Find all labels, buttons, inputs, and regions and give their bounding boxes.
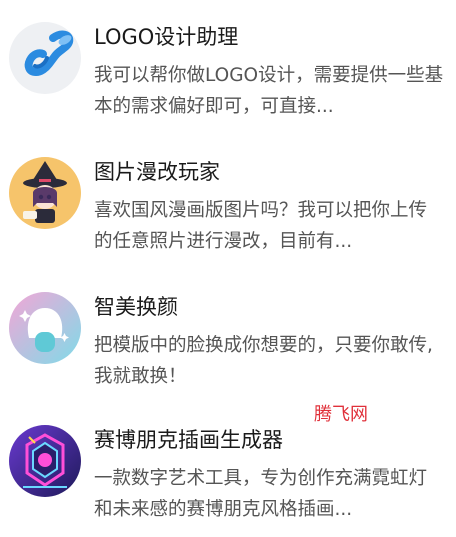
item-description: 我可以帮你做LOGO设计，需要提供一些基本的需求偏好即可，可直接... bbox=[94, 65, 444, 117]
list-item-anime-photo[interactable]: 图片漫改玩家 喜欢国风漫画版图片吗？我可以把你上传的任意照片进行漫改，目前有..… bbox=[0, 157, 456, 287]
item-description: 喜欢国风漫画版图片吗？我可以把你上传的任意照片进行漫改，目前有... bbox=[94, 200, 428, 252]
list-item-logo-assistant[interactable]: LOGO设计助理 我可以帮你做LOGO设计，需要提供一些基本的需求偏好即可，可直… bbox=[0, 22, 456, 152]
item-description: 把模版中的脸换成你想要的，只要你敢传,我就敢换！ bbox=[94, 335, 433, 387]
anime-witch-icon bbox=[9, 157, 81, 229]
item-title: LOGO设计助理 bbox=[94, 25, 239, 49]
item-title: 图片漫改玩家 bbox=[94, 160, 220, 184]
face-swap-icon bbox=[9, 292, 81, 364]
item-description: 一款数字艺术工具，专为创作充满霓虹灯和未来感的赛博朋克风格插画... bbox=[94, 468, 428, 520]
cyberpunk-art-icon bbox=[9, 425, 81, 497]
list-item-cyberpunk[interactable]: 赛博朋克插画生成器 一款数字艺术工具，专为创作充满霓虹灯和未来感的赛博朋克风格插… bbox=[0, 425, 456, 537]
watermark-text: 腾飞网 bbox=[314, 404, 368, 425]
agent-list: LOGO设计助理 我可以帮你做LOGO设计，需要提供一些基本的需求偏好即可，可直… bbox=[0, 0, 456, 537]
list-item-face-swap[interactable]: 智美换颜 把模版中的脸换成你想要的，只要你敢传,我就敢换！ bbox=[0, 292, 456, 422]
item-title: 智美换颜 bbox=[94, 295, 178, 319]
item-title: 赛博朋克插画生成器 bbox=[94, 428, 283, 452]
logo-assistant-icon bbox=[9, 22, 81, 94]
